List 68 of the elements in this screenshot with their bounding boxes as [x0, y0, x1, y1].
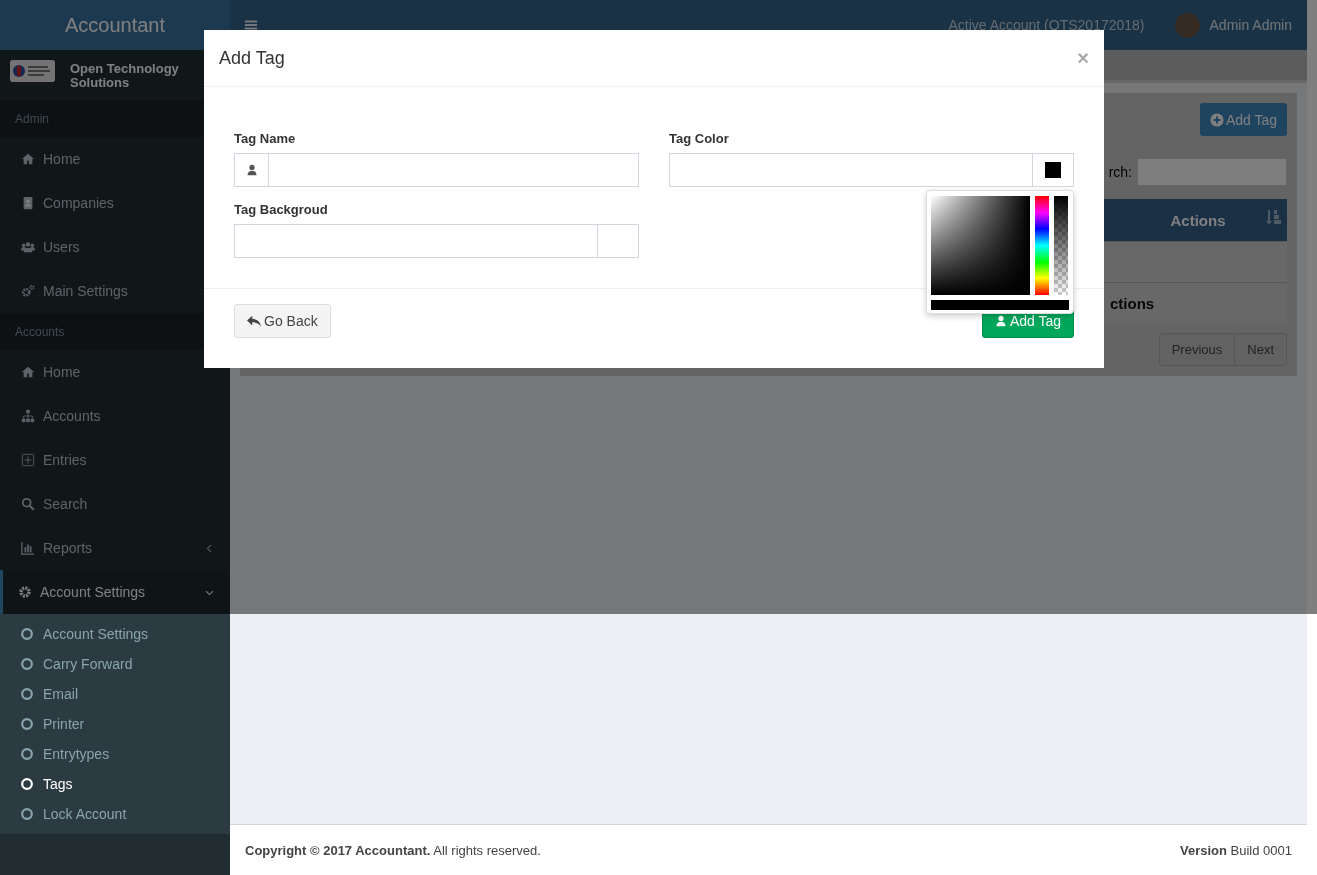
circle-icon: [20, 777, 34, 791]
plus-circle-icon: [1209, 112, 1224, 127]
input-addon: [598, 224, 639, 258]
submenu-item[interactable]: Entrytypes: [3, 739, 230, 769]
sidebar-item[interactable]: Companies: [0, 181, 230, 225]
user-menu[interactable]: Admin Admin: [1209, 17, 1292, 33]
users-icon: [21, 240, 35, 254]
sidebar-item[interactable]: Main Settings: [0, 269, 230, 313]
text-input[interactable]: [234, 224, 598, 258]
input-addon[interactable]: [1033, 153, 1074, 187]
submenu-item[interactable]: Carry Forward: [3, 649, 230, 679]
add-tag-button[interactable]: Add Tag: [1199, 103, 1287, 136]
field-label: Tag Backgroud: [234, 202, 329, 217]
field-label: Tag Name: [234, 131, 297, 146]
sitemap-icon: [21, 409, 35, 423]
submenu-item[interactable]: Account Settings: [3, 619, 230, 649]
avatar: [1174, 12, 1200, 38]
submenu-item[interactable]: Tags: [3, 769, 230, 799]
saturation-area[interactable]: [931, 196, 1030, 295]
copyright-text: Copyright © 2017 Accountant. All rights reserved.: [245, 842, 541, 858]
gear-icon: [18, 585, 32, 599]
version-text: Version Build 0001: [1179, 842, 1292, 858]
bar-chart-icon: [21, 541, 35, 555]
circle-icon: [20, 657, 34, 671]
search-field[interactable]: [1137, 158, 1287, 186]
pagination-button[interactable]: Next: [1235, 333, 1287, 366]
gears-icon: [21, 284, 35, 298]
field-label: Tag Color: [669, 131, 730, 146]
company-name: Open Technology Solutions: [70, 60, 180, 90]
pagination-button[interactable]: Previous: [1158, 333, 1236, 366]
plus-square-icon: [21, 453, 35, 467]
sidebar-item[interactable]: Search: [0, 482, 230, 526]
user-icon: [245, 164, 258, 176]
sidebar-item[interactable]: Accounts: [0, 394, 230, 438]
circle-icon: [20, 717, 34, 731]
close-button[interactable]: ×: [1077, 48, 1089, 68]
circle-icon: [20, 687, 34, 701]
sidebar-item[interactable]: Home: [0, 350, 230, 394]
user-icon: [994, 315, 1007, 327]
column-header[interactable]: Actions: [1170, 211, 1226, 229]
table-footer-cell: ctions: [1110, 294, 1155, 312]
text-input[interactable]: [268, 153, 639, 187]
go-back-button[interactable]: Go Back: [234, 304, 331, 338]
circle-icon: [20, 747, 34, 761]
search-label: rch:: [1108, 164, 1132, 180]
circle-icon: [20, 627, 34, 641]
text-input[interactable]: [669, 153, 1033, 187]
company-logo: [10, 60, 55, 82]
hue-slider[interactable]: [1035, 196, 1049, 295]
color-swatch[interactable]: [1045, 162, 1061, 178]
house-icon: [21, 365, 35, 379]
alpha-slider[interactable]: [1054, 196, 1068, 295]
app-logo[interactable]: Accountant: [0, 0, 230, 50]
sidebar-item[interactable]: Reports: [0, 526, 230, 570]
submenu-item[interactable]: Lock Account: [3, 799, 230, 829]
submenu-item[interactable]: Email: [3, 679, 230, 709]
contact-card-icon: [21, 196, 35, 210]
active-account: Active Account (OTS20172018): [948, 17, 1145, 33]
search-icon: [21, 497, 35, 511]
reply-arrow-icon: [247, 314, 261, 328]
sidebar-item[interactable]: Home: [0, 137, 230, 181]
submenu-item[interactable]: Printer: [3, 709, 230, 739]
house-icon: [21, 152, 35, 166]
sort-icon: [1265, 209, 1281, 225]
sidebar-item[interactable]: Entries: [0, 438, 230, 482]
sidebar-item[interactable]: Users: [0, 225, 230, 269]
modal-title: Add Tag: [219, 47, 285, 69]
circle-icon: [20, 807, 34, 821]
